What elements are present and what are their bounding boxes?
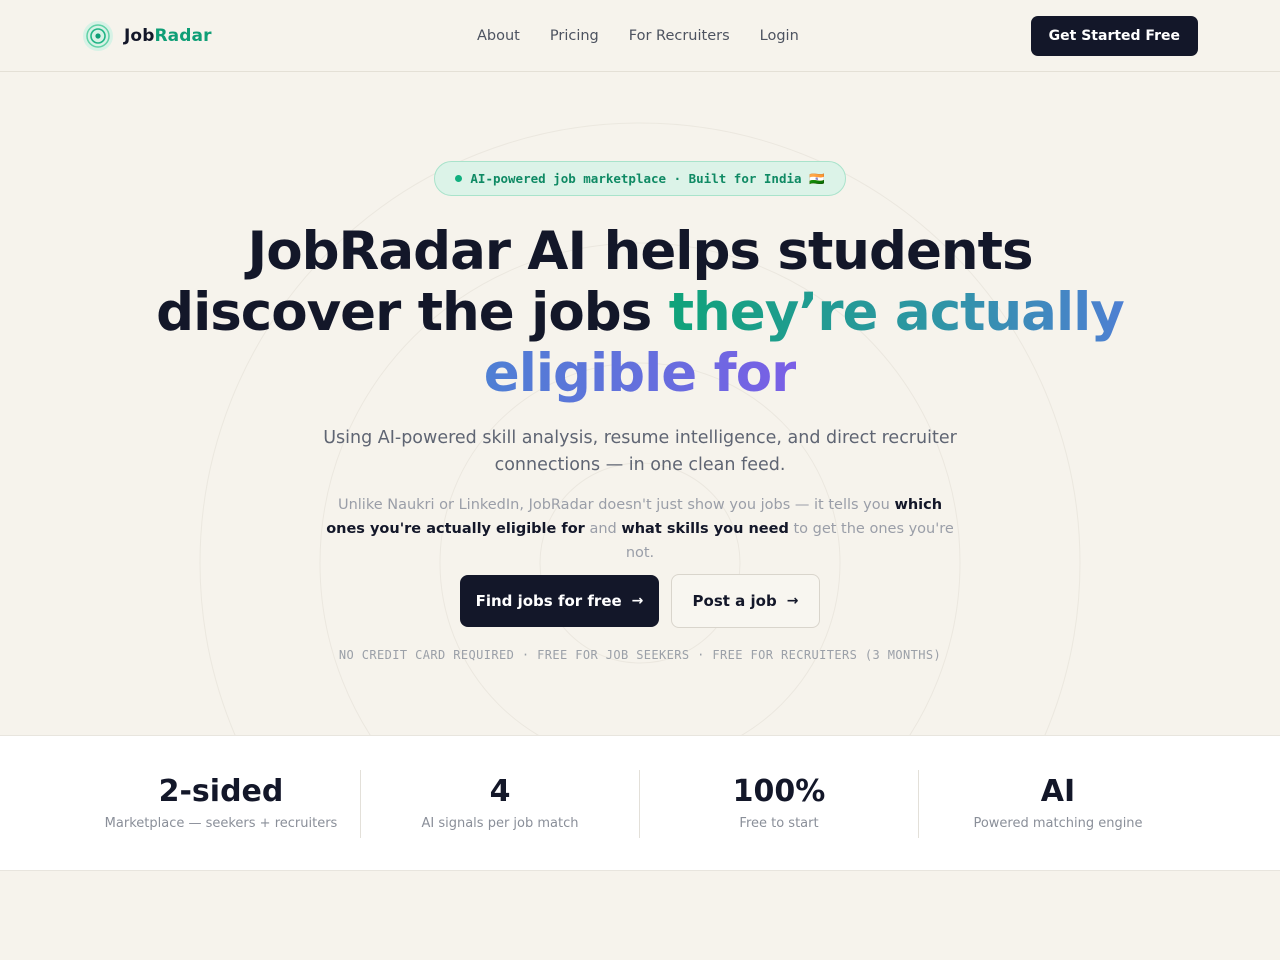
top-navbar: JobRadar About Pricing For Recruiters Lo… (0, 0, 1280, 72)
arrow-right-icon: → (631, 593, 644, 609)
post-job-button[interactable]: Post a job → (671, 574, 820, 628)
find-jobs-label: Find jobs for free (475, 592, 622, 610)
post-job-label: Post a job (692, 592, 777, 610)
stat-label: AI signals per job match (421, 816, 579, 831)
stat-value: AI (1040, 774, 1076, 809)
get-started-button[interactable]: Get Started Free (1030, 16, 1198, 56)
hero-headline: JobRadar AI helps students discover the … (140, 221, 1140, 404)
hero-fineprint: NO CREDIT CARD REQUIRED · FREE FOR JOB S… (338, 648, 942, 662)
logo-text-radar: Radar (154, 25, 212, 46)
arrow-right-icon: → (786, 593, 799, 609)
hero-subtitle: Using AI-powered skill analysis, resume … (323, 428, 957, 475)
stat-ai-signals: 4 AI signals per job match (360, 770, 640, 838)
desc-part-3: and (584, 521, 622, 537)
stat-value: 2-sided (158, 774, 284, 809)
hero-badge-text: AI-powered job marketplace · Built for I… (470, 170, 825, 186)
nav-link-for-recruiters[interactable]: For Recruiters (629, 28, 730, 44)
logo[interactable]: JobRadar (82, 20, 322, 52)
nav-links: About Pricing For Recruiters Login (477, 0, 799, 72)
logo-text: JobRadar (124, 26, 212, 46)
stat-label: Powered matching engine (973, 816, 1143, 831)
hero-section: AI-powered job marketplace · Built for I… (0, 73, 1280, 735)
logo-text-job: Job (124, 25, 155, 46)
desc-highlight-skills: what skills you need (621, 521, 789, 537)
stat-free: 100% Free to start (639, 770, 919, 838)
hero-description: Unlike Naukri or LinkedIn, JobRadar does… (320, 493, 960, 565)
stats-bar: 2-sided Marketplace — seekers + recruite… (0, 735, 1280, 871)
status-dot-icon (455, 175, 463, 182)
find-jobs-button[interactable]: Find jobs for free → (460, 575, 659, 627)
stat-value: 4 (489, 774, 511, 809)
hero-badge: AI-powered job marketplace · Built for I… (434, 161, 846, 196)
stat-label: Free to start (739, 816, 819, 831)
radar-icon (83, 20, 113, 51)
stat-marketplace: 2-sided Marketplace — seekers + recruite… (81, 770, 361, 838)
stat-value: 100% (732, 774, 826, 809)
nav-link-about[interactable]: About (477, 28, 520, 44)
stat-label: Marketplace — seekers + recruiters (104, 816, 338, 831)
desc-part-1: Unlike Naukri or LinkedIn, JobRadar does… (337, 497, 895, 513)
nav-link-login[interactable]: Login (760, 28, 799, 44)
nav-link-pricing[interactable]: Pricing (550, 28, 599, 44)
stat-ai-engine: AI Powered matching engine (918, 770, 1198, 838)
